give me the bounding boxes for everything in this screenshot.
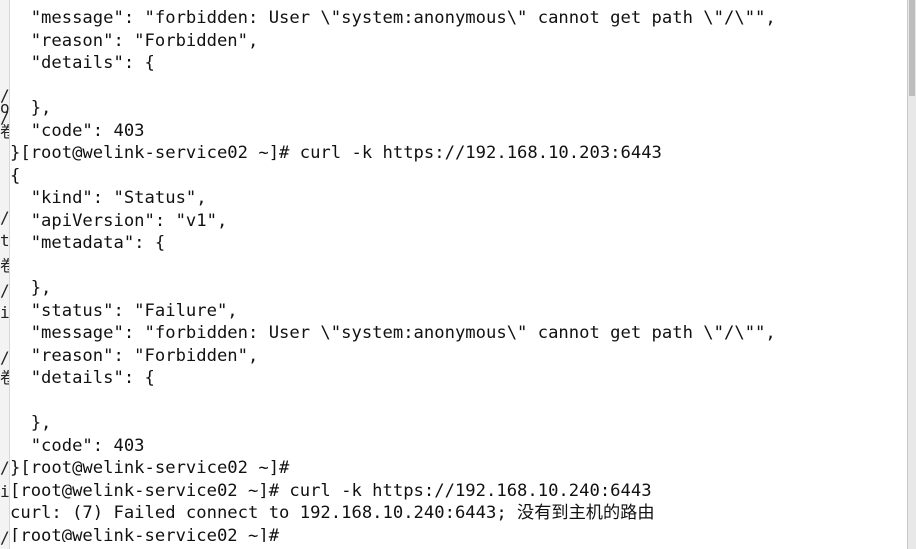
- terminal-line: "message": "forbidden: User \"system:ano…: [10, 8, 776, 28]
- scrollbar-thumb[interactable]: [909, 0, 915, 96]
- edge-mark: /: [0, 460, 9, 476]
- terminal-output[interactable]: "message": "forbidden: User \"system:ano…: [10, 7, 907, 542]
- terminal-line: "details": {: [10, 53, 155, 73]
- edge-mark: i:: [0, 305, 9, 321]
- terminal-line: "details": {: [10, 368, 155, 388]
- terminal-line: {: [10, 165, 21, 186]
- terminal-line: "message": "forbidden: User \"system:ano…: [10, 323, 776, 343]
- terminal-line: "reason": "Forbidden",: [10, 345, 259, 366]
- vertical-scrollbar[interactable]: [907, 0, 916, 549]
- terminal-line: }[root@welink-service02 ~]#: [10, 458, 290, 478]
- edge-mark: i:: [0, 484, 9, 500]
- edge-mark: /: [0, 350, 9, 366]
- edge-mark: 卷: [0, 124, 9, 140]
- left-panel-edge: / o / 卷 / t 卷 / i: / 卷 / i: /: [0, 0, 10, 549]
- edge-mark: /: [0, 210, 9, 226]
- edge-mark: 卷: [0, 258, 9, 274]
- terminal-line: }[root@welink-service02 ~]# curl -k http…: [10, 143, 662, 163]
- terminal-line: },: [10, 98, 52, 118]
- terminal-line: "reason": "Forbidden",: [10, 30, 259, 51]
- terminal-line: },: [10, 413, 52, 433]
- terminal-line: "status": "Failure",: [10, 300, 238, 321]
- terminal-line: "metadata": {: [10, 233, 166, 253]
- terminal-line: [root@welink-service02 ~]# curl -k https…: [10, 480, 652, 501]
- terminal-line: },: [10, 278, 52, 298]
- terminal-line: "apiVersion": "v1",: [10, 210, 228, 231]
- edge-mark: t: [0, 233, 9, 249]
- terminal-line: "kind": "Status",: [10, 188, 207, 208]
- terminal-line: "code": 403: [10, 120, 145, 141]
- terminal-line: [root@welink-service02 ~]#: [10, 525, 280, 543]
- terminal-line: "code": 403: [10, 435, 145, 456]
- terminal-line: curl: (7) Failed connect to 192.168.10.2…: [10, 503, 655, 523]
- edge-mark: /: [0, 283, 9, 299]
- edge-mark: 卷: [0, 370, 9, 386]
- edge-mark: /: [0, 530, 9, 546]
